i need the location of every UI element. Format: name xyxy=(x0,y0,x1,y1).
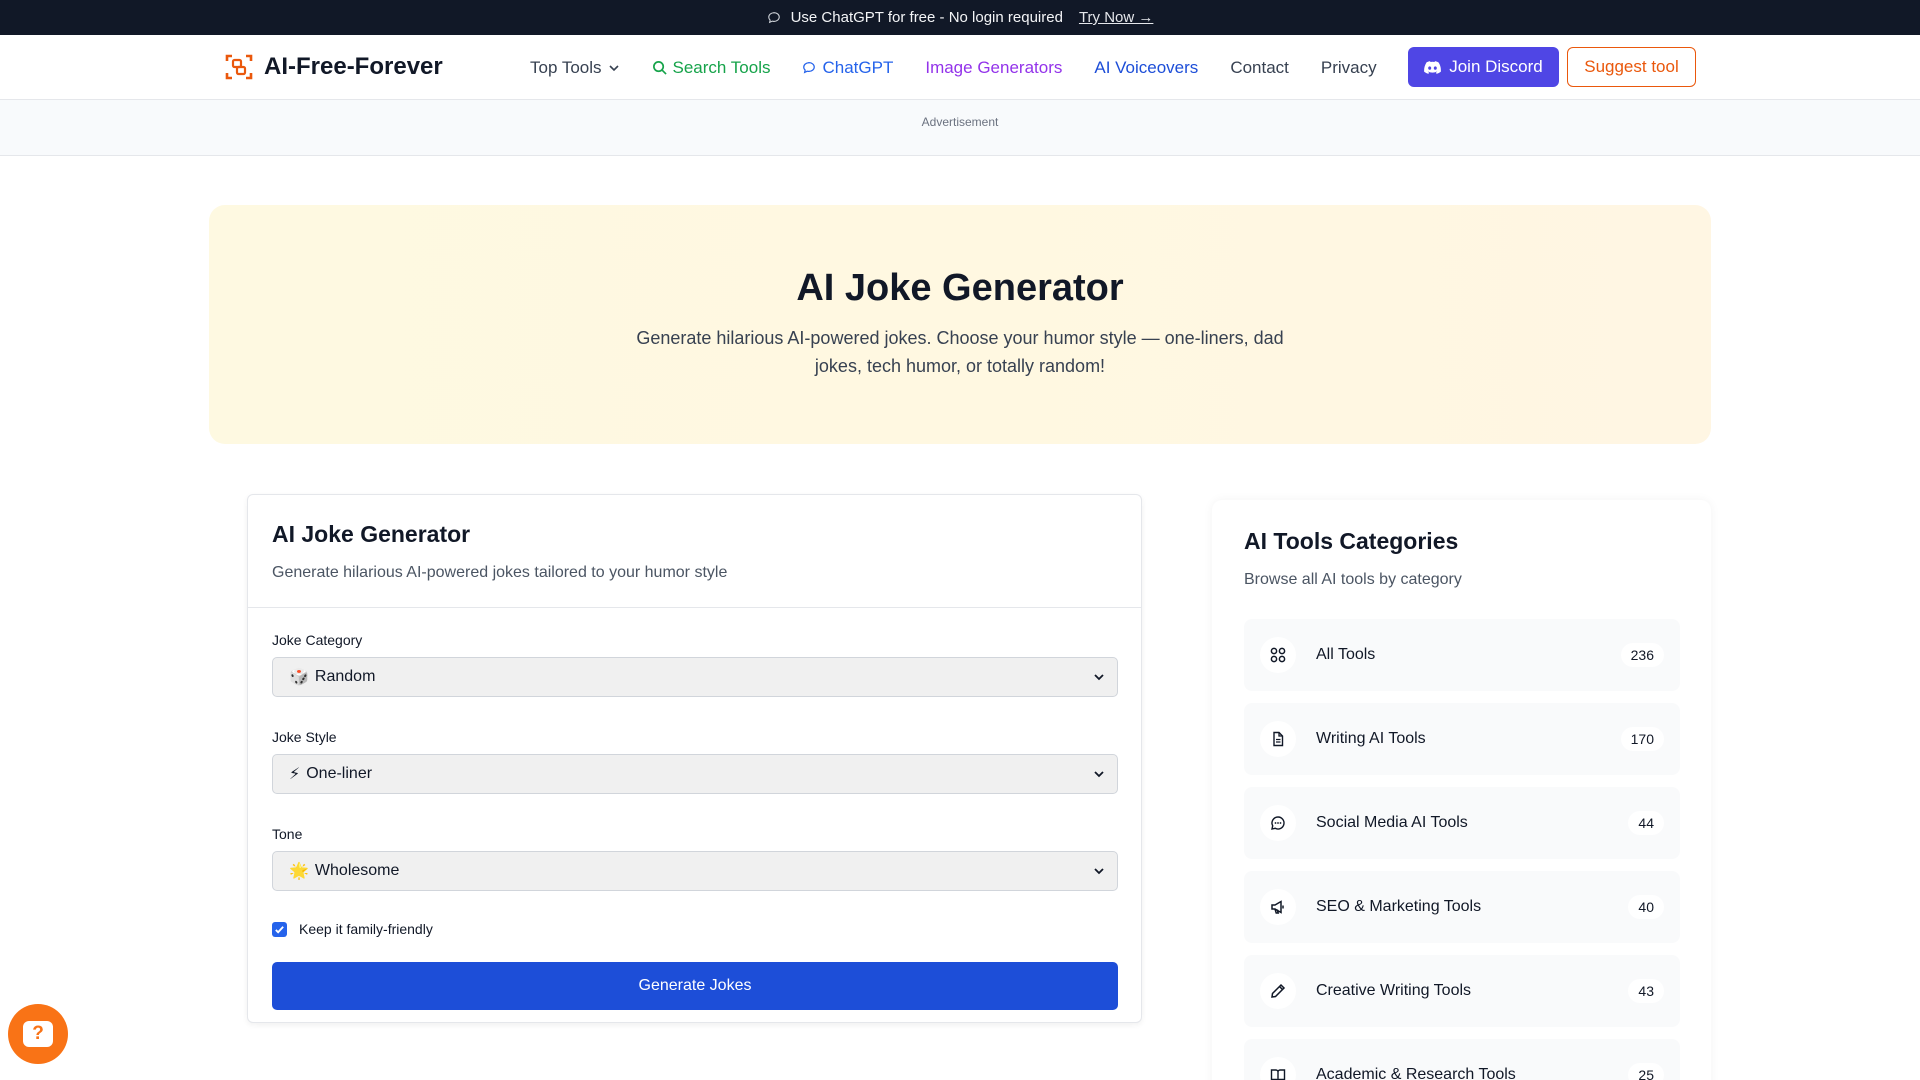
joke-generator-card: AI Joke Generator Generate hilarious AI-… xyxy=(247,494,1142,1023)
question-mark-icon: ? xyxy=(23,1021,53,1047)
brand-name: AI-Free-Forever xyxy=(264,53,443,80)
generate-jokes-button[interactable]: Generate Jokes xyxy=(272,962,1118,1010)
dice-icon: 🎲 xyxy=(289,669,309,686)
category-academic-research-tools[interactable]: Academic & Research Tools 25 xyxy=(1244,1039,1680,1080)
nav-privacy[interactable]: Privacy xyxy=(1321,58,1377,78)
joke-category-label: Joke Category xyxy=(272,632,363,648)
hero-section: AI Joke Generator Generate hilarious AI-… xyxy=(209,205,1711,444)
categories-title: AI Tools Categories xyxy=(1244,528,1459,554)
category-all-tools[interactable]: All Tools 236 xyxy=(1244,619,1680,691)
chevron-down-icon xyxy=(608,64,619,71)
nav-menu: Top Tools Search Tools ChatGPT Image Gen… xyxy=(530,35,1409,100)
search-icon xyxy=(652,61,667,75)
logo-icon xyxy=(225,54,253,80)
nav-search-tools[interactable]: Search Tools xyxy=(652,57,771,78)
book-icon xyxy=(1260,1057,1296,1080)
document-icon xyxy=(1260,721,1296,757)
join-discord-label: Join Discord xyxy=(1449,57,1543,76)
nav-image-generators-label: Image Generators xyxy=(925,57,1063,77)
suggest-tool-label: Suggest tool xyxy=(1584,57,1679,76)
family-friendly-checkbox[interactable] xyxy=(272,921,287,937)
card-title: AI Joke Generator xyxy=(272,521,471,547)
top-banner: Use ChatGPT for free - No login required… xyxy=(0,0,1920,35)
chevron-down-icon xyxy=(1094,674,1104,681)
category-count: 236 xyxy=(1620,643,1664,667)
category-label: Writing AI Tools xyxy=(1316,730,1426,747)
nav-top-tools-label: Top Tools xyxy=(530,57,602,77)
banner-text: Use ChatGPT for free - No login required xyxy=(790,9,1063,26)
category-creative-writing-tools[interactable]: Creative Writing Tools 43 xyxy=(1244,955,1680,1027)
joke-category-text: Random xyxy=(314,668,376,685)
category-label: Academic & Research Tools xyxy=(1316,1066,1516,1080)
categories-panel: AI Tools Categories Browse all AI tools … xyxy=(1212,500,1711,1080)
tone-select[interactable]: 🌟 Wholesome xyxy=(272,851,1118,891)
nav-chatgpt-label: ChatGPT xyxy=(822,57,894,77)
category-label: All Tools xyxy=(1316,646,1376,663)
nav-contact-label: Contact xyxy=(1230,57,1289,77)
grid-icon xyxy=(1260,637,1296,673)
page-title: AI Joke Generator xyxy=(796,267,1124,309)
lightning-icon: ⚡ xyxy=(289,766,301,783)
card-body: Joke Category 🎲 Random Joke Style ⚡ One-… xyxy=(248,608,1141,1010)
discord-icon xyxy=(1424,60,1442,74)
chat-bubble-icon xyxy=(803,61,816,73)
star-icon: 🌟 xyxy=(289,863,309,880)
try-now-link[interactable]: Try Now → xyxy=(1079,9,1153,26)
joke-style-label: Joke Style xyxy=(272,729,337,745)
nav-privacy-label: Privacy xyxy=(1320,57,1377,77)
chevron-down-icon xyxy=(1094,868,1104,875)
category-count: 170 xyxy=(1620,727,1664,751)
tone-value: 🌟 Wholesome xyxy=(289,861,399,881)
nav-image-generators[interactable]: Image Generators xyxy=(925,58,1062,78)
help-chat-button[interactable]: ? xyxy=(8,1004,68,1064)
tone-label: Tone xyxy=(272,826,303,842)
advertisement-bar: Advertisement xyxy=(0,100,1920,156)
chevron-down-icon xyxy=(1094,771,1104,778)
category-label: SEO & Marketing Tools xyxy=(1316,898,1482,915)
joke-style-select[interactable]: ⚡ One-liner xyxy=(272,754,1118,794)
category-count: 40 xyxy=(1628,895,1664,919)
checkmark-icon xyxy=(275,925,284,934)
joke-style-text: One-liner xyxy=(306,765,373,782)
category-count: 25 xyxy=(1628,1063,1664,1080)
nav-contact[interactable]: Contact xyxy=(1230,58,1289,78)
hero-description: Generate hilarious AI-powered jokes. Cho… xyxy=(636,328,1284,376)
chat-bubble-icon xyxy=(767,11,780,23)
categories-list: All Tools 236 Writing AI Tools 170 Socia… xyxy=(1244,619,1680,1080)
category-social-media-ai-tools[interactable]: Social Media AI Tools 44 xyxy=(1244,787,1680,859)
nav-search-tools-label: Search Tools xyxy=(672,57,771,77)
tone-text: Wholesome xyxy=(314,862,400,879)
card-subtitle: Generate hilarious AI-powered jokes tail… xyxy=(272,564,728,581)
nav-top-tools[interactable]: Top Tools xyxy=(530,58,620,78)
category-count: 44 xyxy=(1628,811,1664,835)
category-writing-ai-tools[interactable]: Writing AI Tools 170 xyxy=(1244,703,1680,775)
joke-category-value: 🎲 Random xyxy=(289,667,375,687)
family-friendly-label[interactable]: Keep it family-friendly xyxy=(299,921,433,937)
category-count: 43 xyxy=(1628,979,1664,1003)
joke-style-value: ⚡ One-liner xyxy=(289,764,372,784)
main-nav: AI-Free-Forever Top Tools Search Tools C… xyxy=(0,35,1920,100)
family-friendly-row: Keep it family-friendly xyxy=(272,921,1117,937)
nav-chatgpt[interactable]: ChatGPT xyxy=(802,58,893,78)
pencil-icon xyxy=(1260,973,1296,1009)
category-label: Social Media AI Tools xyxy=(1316,814,1468,831)
join-discord-button[interactable]: Join Discord xyxy=(1408,47,1559,87)
nav-ai-voiceovers[interactable]: AI Voiceovers xyxy=(1094,58,1198,78)
nav-ai-voiceovers-label: AI Voiceovers xyxy=(1094,57,1199,77)
card-header: AI Joke Generator Generate hilarious AI-… xyxy=(248,495,1141,608)
category-label: Creative Writing Tools xyxy=(1316,982,1472,999)
categories-subtitle: Browse all AI tools by category xyxy=(1244,571,1462,588)
brand-logo[interactable]: AI-Free-Forever xyxy=(224,52,443,82)
generate-jokes-label: Generate Jokes xyxy=(638,977,752,994)
megaphone-icon xyxy=(1260,889,1296,925)
advertisement-label: Advertisement xyxy=(921,115,999,129)
chat-icon xyxy=(1260,805,1296,841)
suggest-tool-button[interactable]: Suggest tool xyxy=(1567,47,1696,87)
category-seo-marketing-tools[interactable]: SEO & Marketing Tools 40 xyxy=(1244,871,1680,943)
joke-category-select[interactable]: 🎲 Random xyxy=(272,657,1118,697)
